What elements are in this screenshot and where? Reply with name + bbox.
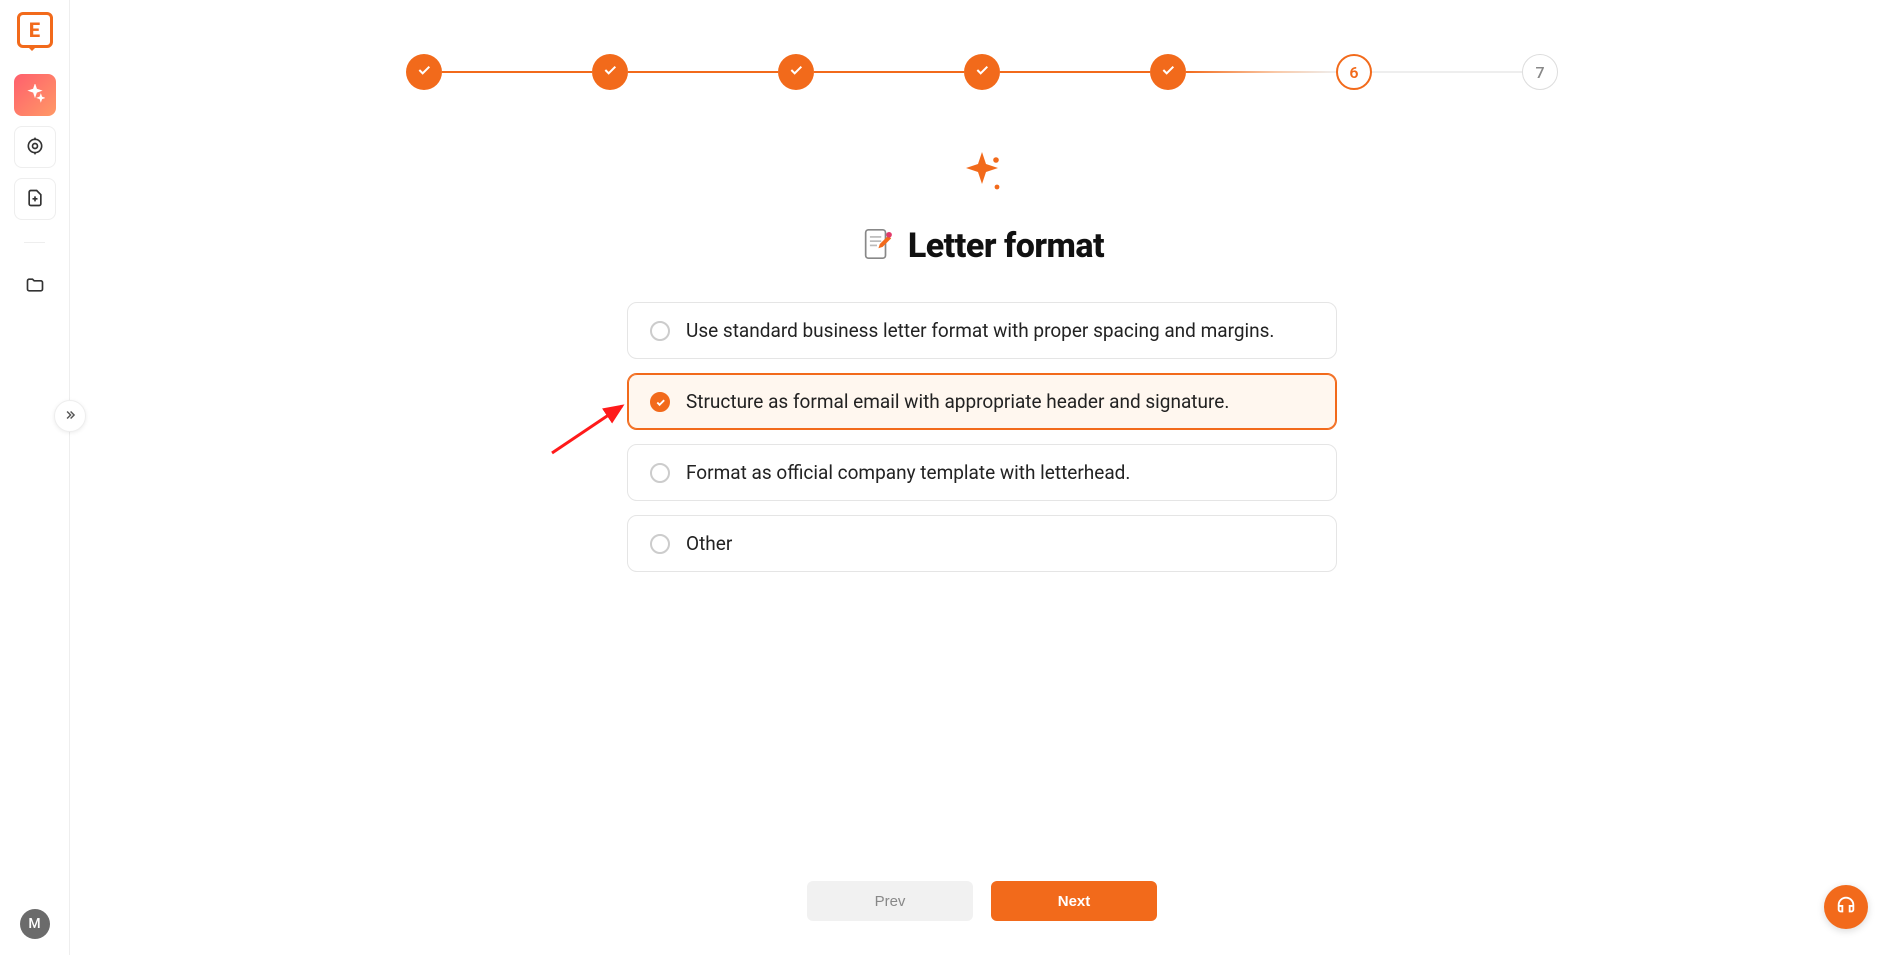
step-line — [442, 71, 592, 73]
page-title-row: Letter format — [342, 226, 1622, 266]
radio-icon — [650, 463, 670, 483]
avatar-initial: M — [28, 916, 40, 932]
sparkle-icon — [25, 84, 45, 107]
app-logo[interactable]: E — [17, 12, 53, 48]
step-number: 6 — [1349, 63, 1358, 82]
option-label: Structure as formal email with appropria… — [686, 390, 1229, 413]
step-4[interactable] — [964, 54, 1000, 90]
radio-icon — [650, 321, 670, 341]
prev-button[interactable]: Prev — [807, 881, 973, 921]
option-2[interactable]: Structure as formal email with appropria… — [627, 373, 1337, 430]
option-label: Other — [686, 532, 732, 555]
sidebar-item-import[interactable] — [14, 178, 56, 220]
option-label: Use standard business letter format with… — [686, 319, 1274, 342]
step-line — [814, 71, 964, 73]
step-3[interactable] — [778, 54, 814, 90]
wizard-footer: Prev Next — [70, 881, 1894, 921]
option-4[interactable]: Other — [627, 515, 1337, 572]
arrow-annotation — [547, 398, 637, 462]
step-6[interactable]: 6 — [1336, 54, 1372, 90]
headset-icon — [1835, 894, 1857, 920]
main: 6 7 Letter format Use standard busines — [70, 0, 1894, 955]
sidebar-divider — [24, 242, 45, 243]
step-number: 7 — [1535, 63, 1544, 82]
sparkle-icon — [958, 150, 1006, 202]
radio-icon — [650, 534, 670, 554]
step-1[interactable] — [406, 54, 442, 90]
check-icon — [974, 62, 990, 82]
sidebar-item-sparkle[interactable] — [14, 74, 56, 116]
target-icon — [25, 136, 45, 159]
check-icon — [602, 62, 618, 82]
option-label: Format as official company template with… — [686, 461, 1130, 484]
option-1[interactable]: Use standard business letter format with… — [627, 302, 1337, 359]
app-logo-letter: E — [29, 18, 40, 42]
folder-icon — [25, 275, 45, 298]
step-2[interactable] — [592, 54, 628, 90]
sidebar-item-folder[interactable] — [14, 265, 56, 307]
step-line — [1186, 71, 1336, 73]
step-5[interactable] — [1150, 54, 1186, 90]
check-icon — [1160, 62, 1176, 82]
sidebar-item-target[interactable] — [14, 126, 56, 168]
hero-icon — [342, 150, 1622, 202]
stepper: 6 7 — [342, 54, 1622, 90]
sidebar: E M — [0, 0, 70, 955]
sidebar-nav — [0, 74, 69, 307]
document-edit-icon — [860, 227, 894, 265]
step-line — [1000, 71, 1150, 73]
option-3[interactable]: Format as official company template with… — [627, 444, 1337, 501]
step-line — [628, 71, 778, 73]
check-icon — [416, 62, 432, 82]
radio-icon — [650, 392, 670, 412]
page-title: Letter format — [908, 226, 1104, 266]
next-button[interactable]: Next — [991, 881, 1157, 921]
help-fab[interactable] — [1824, 885, 1868, 929]
step-line — [1372, 71, 1522, 73]
step-7[interactable]: 7 — [1522, 54, 1558, 90]
options-list: Use standard business letter format with… — [627, 302, 1337, 572]
file-import-icon — [25, 188, 45, 211]
check-icon — [788, 62, 804, 82]
avatar[interactable]: M — [20, 909, 50, 939]
